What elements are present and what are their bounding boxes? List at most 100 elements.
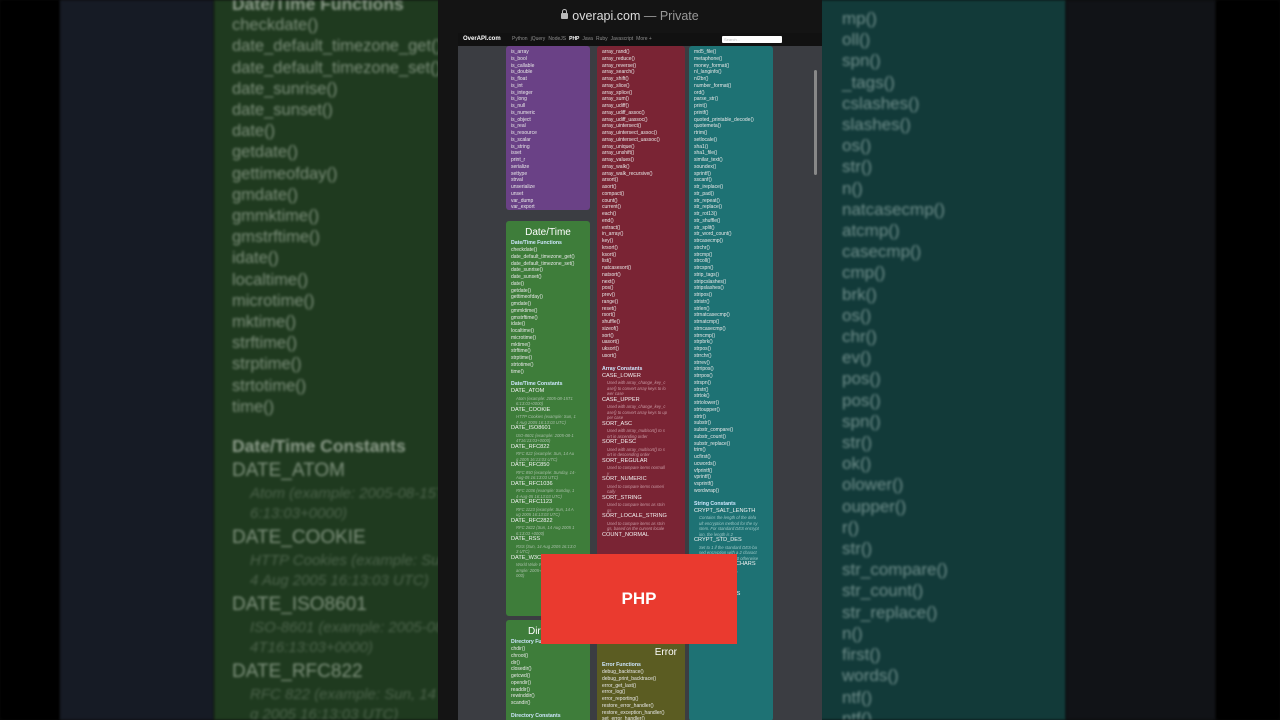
- function-link[interactable]: prev(): [602, 292, 685, 299]
- function-link[interactable]: strlen(): [694, 306, 773, 313]
- function-link[interactable]: restore_error_handler(): [602, 703, 685, 710]
- function-link[interactable]: ord(): [694, 90, 773, 97]
- function-link[interactable]: money_format(): [694, 63, 773, 70]
- function-link[interactable]: chdir(): [511, 646, 590, 653]
- function-link[interactable]: strrpos(): [694, 373, 773, 380]
- function-link[interactable]: strstr(): [694, 387, 773, 394]
- function-link[interactable]: str_split(): [694, 225, 773, 232]
- function-link[interactable]: array_reduce(): [602, 56, 685, 63]
- function-link[interactable]: array_slice(): [602, 83, 685, 90]
- function-link[interactable]: is_int: [511, 83, 590, 90]
- constant-name[interactable]: DATE_ATOM: [506, 388, 590, 396]
- function-link[interactable]: metaphone(): [694, 56, 773, 63]
- function-link[interactable]: strcoll(): [694, 258, 773, 265]
- nav-item[interactable]: jQuery: [531, 36, 546, 42]
- function-link[interactable]: is_long: [511, 96, 590, 103]
- function-link[interactable]: strncasecmp(): [694, 326, 773, 333]
- function-link[interactable]: substr(): [694, 420, 773, 427]
- search-input[interactable]: Search...: [722, 36, 782, 43]
- constant-name[interactable]: DATE_RSS: [506, 536, 590, 544]
- function-link[interactable]: is_array: [511, 49, 590, 56]
- function-link[interactable]: date_default_timezone_set(): [511, 261, 590, 268]
- nav-item[interactable]: NodeJS: [548, 36, 566, 42]
- function-link[interactable]: substr_compare(): [694, 427, 773, 434]
- function-link[interactable]: date_sunrise(): [511, 267, 590, 274]
- function-link[interactable]: time(): [511, 369, 590, 376]
- function-link[interactable]: natsort(): [602, 272, 685, 279]
- function-link[interactable]: sha1_file(): [694, 150, 773, 157]
- function-link[interactable]: error_reporting(): [602, 696, 685, 703]
- function-link[interactable]: strcspn(): [694, 265, 773, 272]
- function-link[interactable]: strval: [511, 177, 590, 184]
- function-link[interactable]: array_uintersect_assoc(): [602, 130, 685, 137]
- function-link[interactable]: array_walk_recursive(): [602, 171, 685, 178]
- function-link[interactable]: ksort(): [602, 252, 685, 259]
- constant-name[interactable]: SORT_NUMERIC: [597, 476, 685, 484]
- nav-item[interactable]: Java: [582, 36, 593, 42]
- function-link[interactable]: soundex(): [694, 164, 773, 171]
- function-link[interactable]: print(): [694, 103, 773, 110]
- function-link[interactable]: stristr(): [694, 299, 773, 306]
- function-link[interactable]: opendir(): [511, 680, 590, 687]
- function-link[interactable]: mktime(): [511, 342, 590, 349]
- function-link[interactable]: array_walk(): [602, 164, 685, 171]
- function-link[interactable]: strchr(): [694, 245, 773, 252]
- function-link[interactable]: parse_str(): [694, 96, 773, 103]
- function-link[interactable]: dir(): [511, 660, 590, 667]
- function-link[interactable]: debug_print_backtrace(): [602, 676, 685, 683]
- function-link[interactable]: uasort(): [602, 339, 685, 346]
- function-link[interactable]: gmstrftime(): [511, 315, 590, 322]
- function-link[interactable]: setlocale(): [694, 137, 773, 144]
- function-link[interactable]: strtr(): [694, 414, 773, 421]
- function-link[interactable]: usort(): [602, 353, 685, 360]
- function-link[interactable]: error_log(): [602, 689, 685, 696]
- function-link[interactable]: md5_file(): [694, 49, 773, 56]
- function-link[interactable]: key(): [602, 238, 685, 245]
- function-link[interactable]: end(): [602, 218, 685, 225]
- function-link[interactable]: each(): [602, 211, 685, 218]
- constant-name[interactable]: SORT_STRING: [597, 495, 685, 503]
- function-link[interactable]: next(): [602, 279, 685, 286]
- function-link[interactable]: stripslashes(): [694, 285, 773, 292]
- function-link[interactable]: scandir(): [511, 700, 590, 707]
- constant-name[interactable]: DATE_ISO8601: [506, 425, 590, 433]
- function-link[interactable]: stripcslashes(): [694, 279, 773, 286]
- function-link[interactable]: strip_tags(): [694, 272, 773, 279]
- function-link[interactable]: error_get_last(): [602, 683, 685, 690]
- constant-name[interactable]: DATE_RFC850: [506, 462, 590, 470]
- function-link[interactable]: str_shuffle(): [694, 218, 773, 225]
- function-link[interactable]: strnatcmp(): [694, 319, 773, 326]
- function-link[interactable]: stripos(): [694, 292, 773, 299]
- function-link[interactable]: getcwd(): [511, 673, 590, 680]
- function-link[interactable]: array_unshift(): [602, 150, 685, 157]
- function-link[interactable]: strrev(): [694, 360, 773, 367]
- function-link[interactable]: sizeof(): [602, 326, 685, 333]
- function-link[interactable]: date_default_timezone_get(): [511, 254, 590, 261]
- function-link[interactable]: sha1(): [694, 144, 773, 151]
- function-link[interactable]: rtrim(): [694, 130, 773, 137]
- constant-name[interactable]: CRYPT_STD_DES: [689, 537, 773, 545]
- page-scrollbar[interactable]: [814, 70, 817, 175]
- constant-name[interactable]: SORT_ASC: [597, 421, 685, 429]
- function-link[interactable]: ucwords(): [694, 461, 773, 468]
- function-link[interactable]: is_numeric: [511, 110, 590, 117]
- nav-item[interactable]: Ruby: [596, 36, 608, 42]
- function-link[interactable]: list(): [602, 258, 685, 265]
- function-link[interactable]: range(): [602, 299, 685, 306]
- function-link[interactable]: strftime(): [511, 348, 590, 355]
- function-link[interactable]: asort(): [602, 184, 685, 191]
- function-link[interactable]: similar_text(): [694, 157, 773, 164]
- function-link[interactable]: strrchr(): [694, 353, 773, 360]
- function-link[interactable]: rewinddir(): [511, 693, 590, 700]
- function-link[interactable]: array_udiff_uassoc(): [602, 117, 685, 124]
- function-link[interactable]: date(): [511, 281, 590, 288]
- function-link[interactable]: in_array(): [602, 231, 685, 238]
- function-link[interactable]: strspn(): [694, 380, 773, 387]
- function-link[interactable]: quoted_printable_decode(): [694, 117, 773, 124]
- function-link[interactable]: idate(): [511, 321, 590, 328]
- constant-name[interactable]: DATE_COOKIE: [506, 407, 590, 415]
- function-link[interactable]: number_format(): [694, 83, 773, 90]
- site-logo[interactable]: OverAPI.com: [463, 33, 501, 46]
- function-link[interactable]: isset: [511, 150, 590, 157]
- function-link[interactable]: strtok(): [694, 393, 773, 400]
